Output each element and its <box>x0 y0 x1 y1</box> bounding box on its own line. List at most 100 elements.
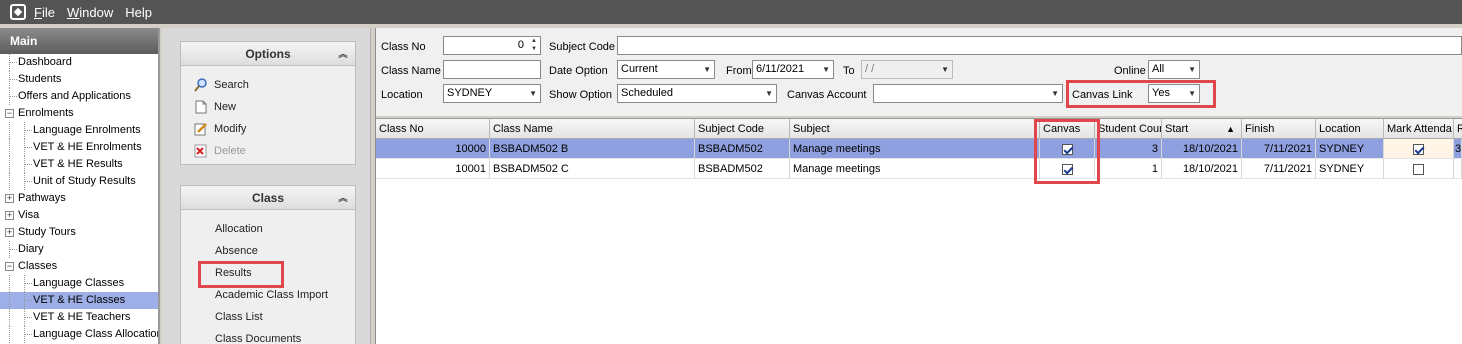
delete-icon <box>194 144 207 158</box>
nav-item-label: Visa <box>18 209 40 221</box>
nav-item[interactable]: Dashboard <box>0 54 158 71</box>
column-header-subject-code[interactable]: Subject Code <box>695 119 790 139</box>
sort-ascending-icon: ▲ <box>1226 124 1235 134</box>
to-date-picker[interactable]: / / ▼ <box>861 60 953 79</box>
online-select[interactable]: All ▼ <box>1148 60 1200 79</box>
nav-item-label: Diary <box>18 243 44 255</box>
column-header-class-name[interactable]: Class Name <box>490 119 695 139</box>
expand-icon[interactable]: + <box>5 194 14 203</box>
nav-item[interactable]: + Pathways <box>0 190 158 207</box>
expand-icon[interactable]: + <box>5 211 14 220</box>
allocation-task[interactable]: Allocation <box>181 218 355 240</box>
nav-item[interactable]: Language Class Allocation <box>0 326 158 343</box>
modify-task[interactable]: Modify <box>181 118 355 140</box>
class-no-input[interactable]: 0 ▲ ▼ <box>443 36 541 55</box>
location-select[interactable]: SYDNEY ▼ <box>443 84 541 103</box>
column-header-finish[interactable]: Finish <box>1242 119 1316 139</box>
menu-help[interactable]: Help <box>125 5 152 20</box>
expand-icon[interactable]: + <box>5 228 14 237</box>
nav-item-label: Students <box>18 73 62 85</box>
nav-item[interactable]: − Enrolments <box>0 105 158 122</box>
nav-item-label: Offers and Applications <box>18 90 131 102</box>
column-header-subject[interactable]: Subject <box>790 119 1040 139</box>
cell-subject-code: BSBADM502 <box>695 159 790 179</box>
collapse-icon[interactable]: − <box>5 262 14 271</box>
column-header-class-no[interactable]: Class No <box>376 119 490 139</box>
column-header-mark-attendance[interactable]: Mark Attenda <box>1384 119 1454 139</box>
delete-task[interactable]: Delete <box>181 140 355 162</box>
cell-finish: 7/11/2021 <box>1242 139 1316 159</box>
column-header-r[interactable]: R <box>1454 119 1462 139</box>
menu-file[interactable]: File <box>34 5 55 20</box>
cell-student-count: 3 <box>1095 139 1162 159</box>
canvas-account-select[interactable]: ▼ <box>873 84 1063 103</box>
menu-window[interactable]: Window <box>67 5 113 20</box>
class-documents-task[interactable]: Class Documents <box>181 328 355 344</box>
nav-item[interactable]: VET & HE Enrolments <box>0 139 158 156</box>
nav-item-label: VET & HE Classes <box>33 294 126 306</box>
search-task[interactable]: Search <box>181 74 355 96</box>
online-label: Online <box>1114 65 1146 77</box>
class-header[interactable]: Class ︽ <box>181 186 355 210</box>
mark-attendance-checkbox[interactable] <box>1413 143 1424 155</box>
cell-subject-code: BSBADM502 <box>695 139 790 159</box>
table-row[interactable]: 10001 BSBADM502 C BSBADM502 Manage meeti… <box>376 159 1462 179</box>
nav-item[interactable]: VET & HE Classes <box>0 292 158 309</box>
spinner-icon[interactable]: ▲ ▼ <box>529 37 539 54</box>
dropdown-arrow-icon: ▼ <box>822 65 830 74</box>
nav-item-label: Study Tours <box>18 226 76 238</box>
dropdown-arrow-icon: ▼ <box>703 65 711 74</box>
cell-class-no: 10001 <box>376 159 490 179</box>
nav-item[interactable]: − Classes <box>0 258 158 275</box>
column-header-start[interactable]: Start ▲ <box>1162 119 1242 139</box>
from-label: From <box>726 65 752 77</box>
nav-item[interactable]: Offers and Applications <box>0 88 158 105</box>
options-header[interactable]: Options ︽ <box>181 42 355 66</box>
column-header-location[interactable]: Location <box>1316 119 1384 139</box>
class-list-task[interactable]: Class List <box>181 306 355 328</box>
from-date-picker[interactable]: 6/11/2021 ▼ <box>752 60 834 79</box>
nav-item-label: Pathways <box>18 192 66 204</box>
dropdown-arrow-icon: ▼ <box>529 89 537 98</box>
nav-item[interactable]: Language Enrolments <box>0 122 158 139</box>
column-header-student-count[interactable]: Student Cour <box>1095 119 1162 139</box>
class-no-label: Class No <box>381 41 426 53</box>
cell-class-name: BSBADM502 B <box>490 139 695 159</box>
nav-item[interactable]: + Visa <box>0 207 158 224</box>
app-logo-icon <box>10 4 26 20</box>
collapse-icon[interactable]: − <box>5 109 14 118</box>
date-option-label: Date Option <box>549 65 608 77</box>
nav-item[interactable]: Unit of Study Results <box>0 173 158 190</box>
collapse-icon[interactable]: ︽ <box>337 192 349 204</box>
cell-location: SYDNEY <box>1316 159 1384 179</box>
classes-grid: Class No Class Name Subject Code Subject… <box>376 118 1462 344</box>
nav-item[interactable]: Diary <box>0 241 158 258</box>
collapse-icon[interactable]: ︽ <box>337 48 349 60</box>
nav-item-label: Enrolments <box>18 107 74 119</box>
results-highlight-box <box>198 261 284 288</box>
class-name-input[interactable] <box>443 60 541 79</box>
show-option-select[interactable]: Scheduled ▼ <box>617 84 777 103</box>
date-option-select[interactable]: Current ▼ <box>617 60 715 79</box>
dropdown-arrow-icon: ▼ <box>1188 65 1196 74</box>
nav-item-label: Language Classes <box>33 277 125 289</box>
canvas-column-highlight-box <box>1034 119 1100 184</box>
nav-item[interactable]: Students <box>0 71 158 88</box>
absence-task[interactable]: Absence <box>181 240 355 262</box>
table-row[interactable]: 10000 BSBADM502 B BSBADM502 Manage meeti… <box>376 139 1462 159</box>
subject-code-input[interactable] <box>617 36 1462 55</box>
nav-item[interactable]: VET & HE Results <box>0 156 158 173</box>
new-task[interactable]: New <box>181 96 355 118</box>
canvas-account-label: Canvas Account <box>787 89 867 101</box>
grid-header: Class No Class Name Subject Code Subject… <box>376 119 1462 139</box>
new-document-icon <box>195 100 207 114</box>
nav-item[interactable]: VET & HE Teachers <box>0 309 158 326</box>
main-navigation: Main Dashboard Students Offers and Applica… <box>0 28 160 344</box>
nav-item[interactable]: Language Classes <box>0 275 158 292</box>
cell-finish: 7/11/2021 <box>1242 159 1316 179</box>
mark-attendance-checkbox[interactable] <box>1413 163 1424 175</box>
cell-r <box>1454 159 1462 179</box>
nav-item[interactable]: + Study Tours <box>0 224 158 241</box>
search-icon <box>194 78 207 92</box>
edit-icon <box>194 123 207 136</box>
